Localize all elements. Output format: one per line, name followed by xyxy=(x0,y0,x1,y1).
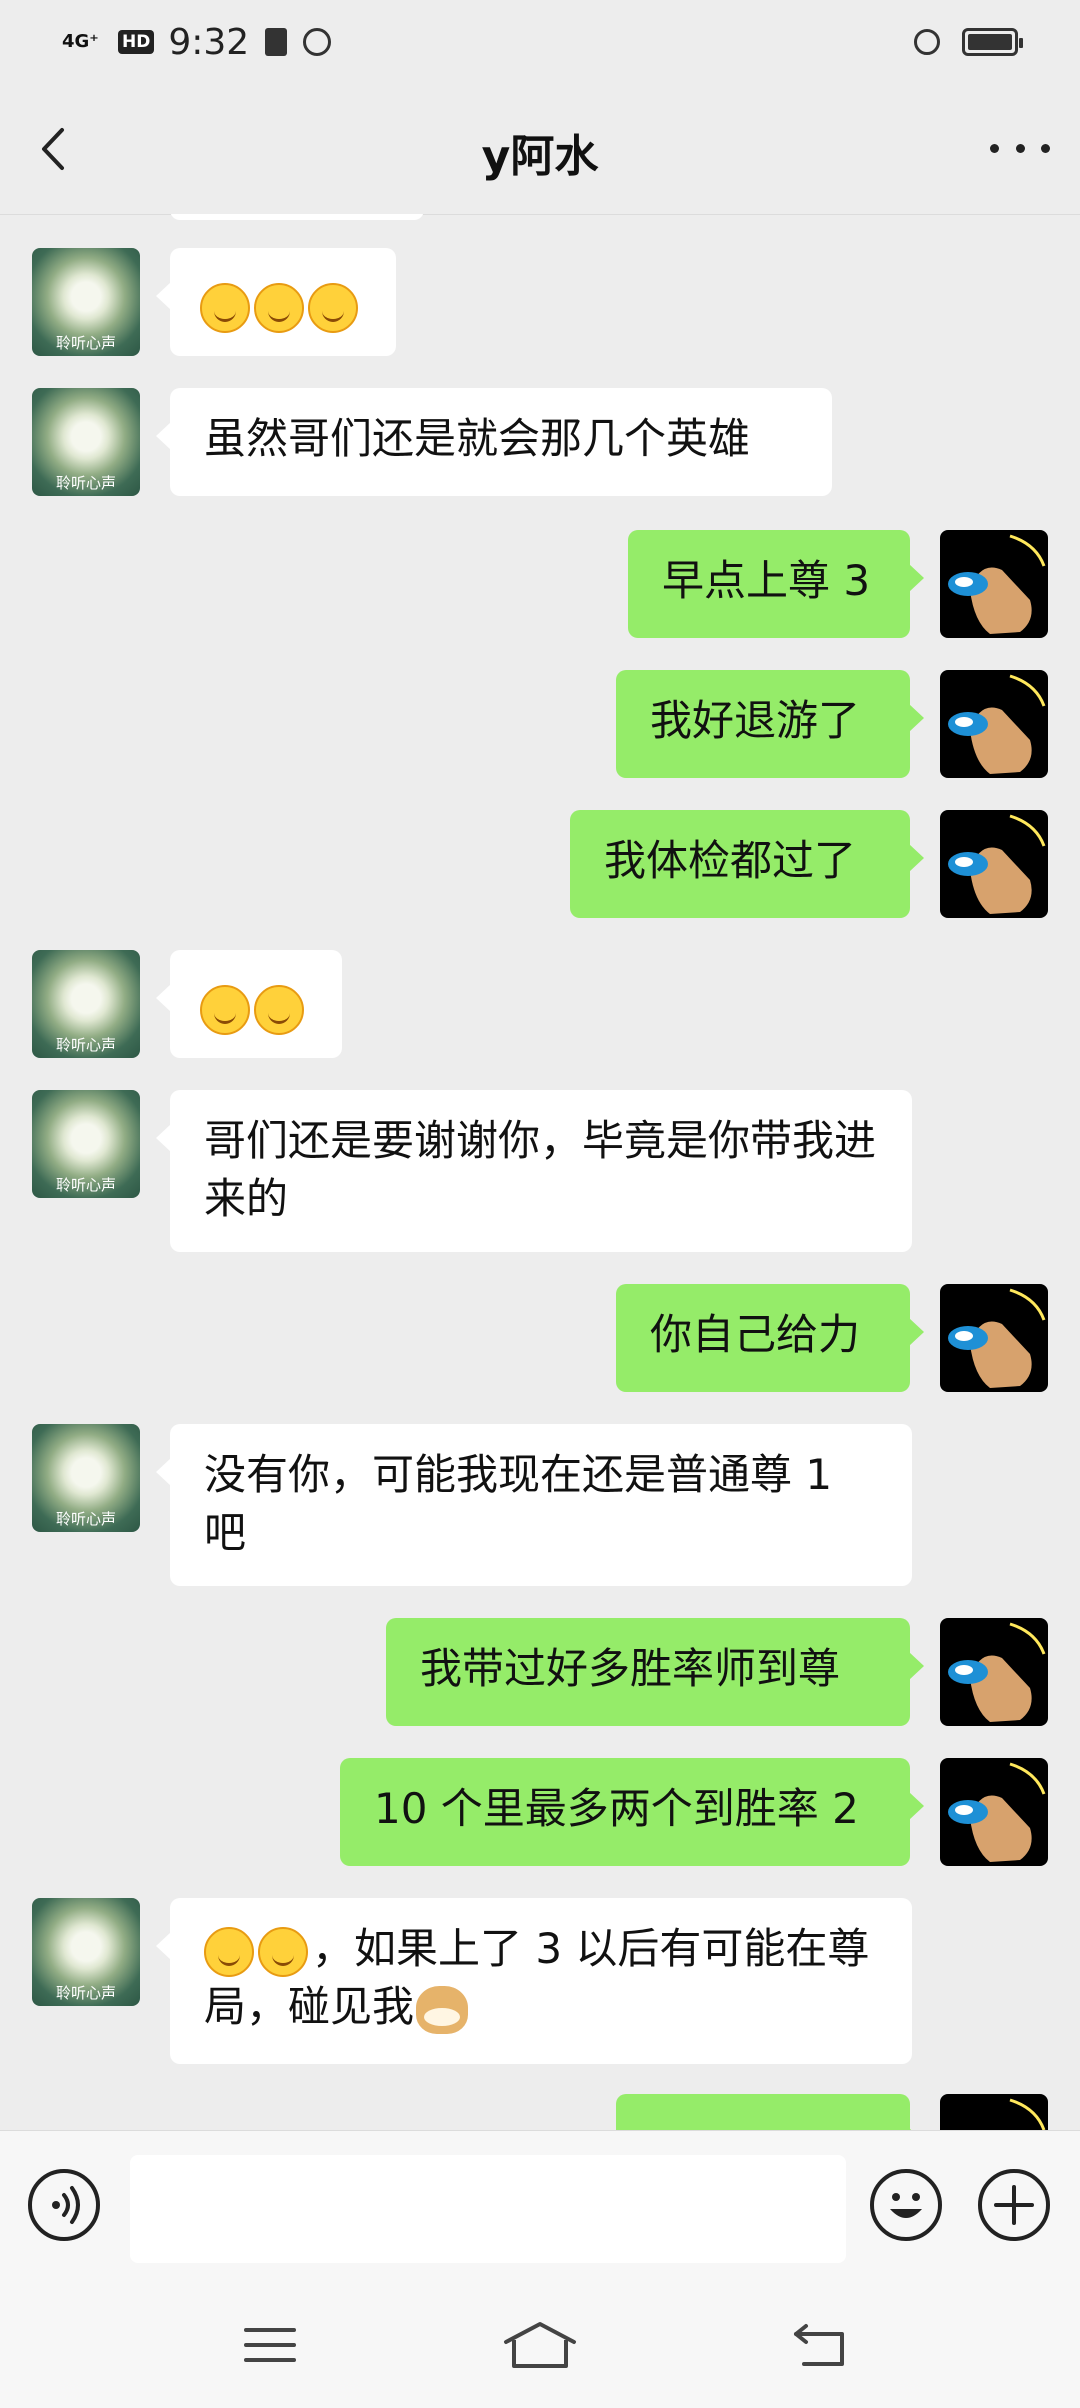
message-bubble[interactable]: 我体检都过了 xyxy=(570,810,924,918)
message-bubble[interactable]: 我好退游了 xyxy=(616,670,924,778)
dot-icon xyxy=(990,143,999,153)
contact-avatar[interactable]: 聆听心声 xyxy=(32,950,140,1058)
notification-icon xyxy=(303,28,332,56)
home-icon xyxy=(504,2322,576,2368)
voice-icon xyxy=(52,2186,80,2224)
message-bubble[interactable]: ，如果上了 3 以后有可能在尊局，碰见我 xyxy=(156,1898,912,2064)
battery-icon xyxy=(962,28,1023,56)
message-list[interactable]: 聆听心声 聆听心声 虽然哥们还是就会那几个英雄 早点上尊 3 我好退游了 我体检… xyxy=(0,214,1080,2130)
partial-message-bubble xyxy=(170,214,424,220)
input-bar xyxy=(0,2130,1080,2281)
return-icon xyxy=(794,2324,844,2366)
hand-avatar-icon xyxy=(948,1622,1046,1722)
message-bubble[interactable]: 虽然哥们还是就会那几个英雄 xyxy=(156,388,832,496)
alarm-icon xyxy=(914,29,940,55)
contact-avatar[interactable]: 聆听心声 xyxy=(32,248,140,356)
my-avatar[interactable] xyxy=(940,2094,1048,2130)
message-bubble[interactable]: 我带过好多胜率师到尊 xyxy=(386,1618,924,1726)
my-avatar[interactable] xyxy=(940,670,1048,778)
smile-emoji-icon xyxy=(254,282,304,333)
message-text: 你自己给力 xyxy=(650,1310,861,1359)
hand-avatar-icon xyxy=(948,674,1046,774)
message-text: 10 个里最多两个到胜率 2 xyxy=(374,1784,859,1833)
hand-avatar-icon xyxy=(948,1288,1046,1388)
message-text: 我带过好多胜率师到尊 xyxy=(420,1644,841,1693)
smile-emoji-icon xyxy=(308,282,358,333)
message-bubble[interactable]: 10 个里最多两个到胜率 2 xyxy=(340,1758,924,1866)
smile-emoji-icon xyxy=(254,984,304,1035)
back-nav-button[interactable] xyxy=(790,2320,850,2370)
doge-emoji-icon xyxy=(416,1985,469,2034)
message-bubble[interactable]: 你自己给力 xyxy=(616,1284,924,1392)
chat-title: y阿水 xyxy=(481,131,599,182)
voice-input-button[interactable] xyxy=(28,2169,100,2241)
message-bubble[interactable]: 哥们还是要谢谢你，毕竟是你带我进来的 xyxy=(156,1090,912,1252)
message-text: 没有你，可能我现在还是普通尊 1 吧 xyxy=(204,1450,833,1557)
message-bubble[interactable]: 早点上尊 3 xyxy=(628,530,924,638)
message-text: 我好退游了 xyxy=(650,696,861,745)
hand-avatar-icon xyxy=(948,534,1046,634)
message-bubble[interactable]: 没有你，可能我现在还是普通尊 1 吧 xyxy=(156,1424,912,1586)
message-text: 早点上尊 3 xyxy=(662,556,871,605)
smile-emoji-icon xyxy=(200,984,250,1035)
my-avatar[interactable] xyxy=(940,1284,1048,1392)
message-input[interactable] xyxy=(130,2155,846,2263)
chat-header: y阿水 xyxy=(0,84,1080,215)
my-avatar[interactable] xyxy=(940,530,1048,638)
menu-nav-button[interactable] xyxy=(240,2320,300,2370)
contact-avatar[interactable]: 聆听心声 xyxy=(32,1898,140,2006)
contact-avatar[interactable]: 聆听心声 xyxy=(32,1424,140,1532)
message-bubble[interactable] xyxy=(156,248,396,356)
contact-avatar[interactable]: 聆听心声 xyxy=(32,1090,140,1198)
my-avatar[interactable] xyxy=(940,810,1048,918)
more-options-button[interactable] xyxy=(990,126,1050,170)
hd-icon: HD xyxy=(118,30,155,54)
message-text: 虽然哥们还是就会那几个英雄 xyxy=(204,414,751,463)
message-text: 我体检都过了 xyxy=(604,836,857,885)
message-bubble[interactable] xyxy=(616,2094,924,2130)
message-text: 哥们还是要谢谢你，毕竟是你带我进来的 xyxy=(204,1116,877,1223)
hand-avatar-icon xyxy=(1009,2098,1046,2130)
contact-avatar[interactable]: 聆听心声 xyxy=(32,388,140,496)
my-avatar[interactable] xyxy=(940,1758,1048,1866)
smile-emoji-icon xyxy=(204,1926,254,1977)
clock-time: 9:32 xyxy=(168,21,250,63)
dot-icon xyxy=(1015,143,1025,153)
system-nav-bar xyxy=(0,2280,1080,2408)
hand-avatar-icon xyxy=(948,1762,1046,1862)
message-bubble[interactable] xyxy=(156,950,342,1058)
smile-emoji-icon xyxy=(200,282,250,333)
plus-icon xyxy=(994,2185,1034,2225)
emoji-button[interactable] xyxy=(870,2169,942,2241)
clipboard-icon xyxy=(265,28,288,56)
more-actions-button[interactable] xyxy=(978,2169,1050,2241)
status-bar: 4G⁺ HD 9:32 xyxy=(0,0,1080,84)
menu-icon xyxy=(244,2328,296,2362)
dot-icon xyxy=(1041,143,1050,153)
home-nav-button[interactable] xyxy=(500,2320,580,2370)
smiley-icon xyxy=(890,2193,922,2218)
hand-avatar-icon xyxy=(948,814,1046,914)
smile-emoji-icon xyxy=(258,1926,308,1977)
signal-icon: 4G⁺ xyxy=(62,31,99,52)
my-avatar[interactable] xyxy=(940,1618,1048,1726)
